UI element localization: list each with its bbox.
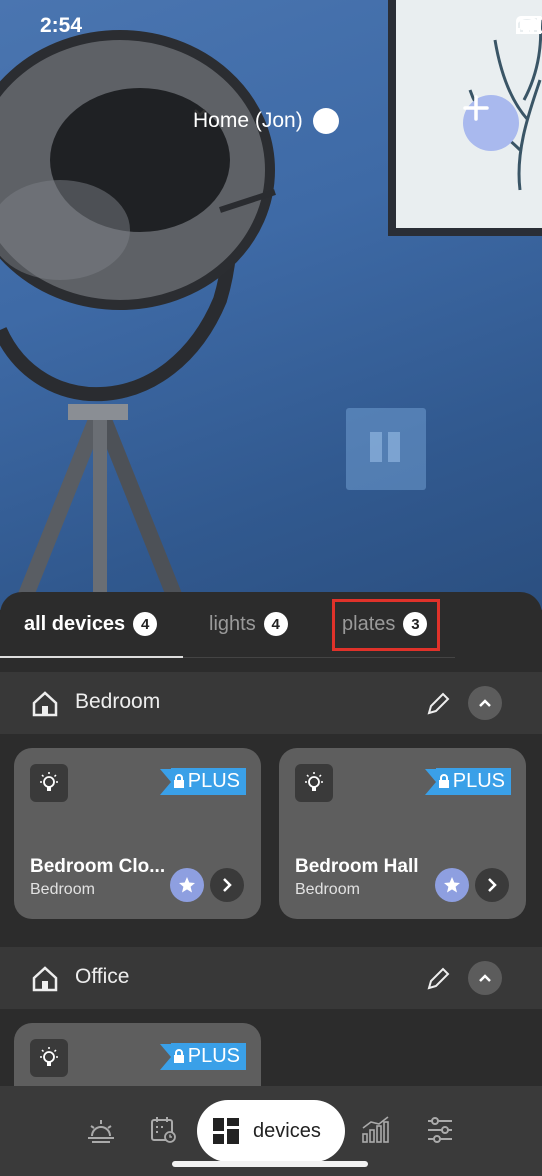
lock-icon	[438, 774, 449, 788]
device-filter-tabs: all devices 4 lights 4 plates 3	[0, 592, 542, 658]
add-device-button[interactable]	[463, 95, 519, 151]
open-device-button[interactable]	[475, 868, 509, 902]
room-name: Bedroom	[75, 690, 161, 713]
plus-badge: PLUS	[424, 768, 511, 795]
plus-badge-label: PLUS	[452, 770, 505, 792]
pencil-icon[interactable]	[425, 691, 451, 717]
lightbulb-icon	[30, 764, 68, 802]
collapse-room-button[interactable]	[468, 686, 502, 720]
tab-label: lights	[209, 612, 256, 635]
schedule-icon[interactable]	[150, 1116, 178, 1144]
chevron-right-icon	[223, 878, 232, 892]
plus-badge-label: PLUS	[187, 1045, 240, 1067]
tab-label: all devices	[24, 612, 126, 635]
nav-devices-label: devices	[253, 1119, 321, 1142]
battery-icon	[516, 16, 542, 34]
grid-icon	[213, 1118, 239, 1144]
tab-count-badge: 4	[133, 612, 158, 636]
plus-badge: PLUS	[159, 1043, 246, 1070]
tab-divider	[183, 657, 455, 658]
house-icon	[32, 691, 58, 717]
favorite-button[interactable]	[170, 868, 204, 902]
device-name: Bedroom Clo...	[30, 856, 166, 877]
lock-icon	[173, 1049, 184, 1063]
tab-all-devices[interactable]: all devices 4	[24, 612, 158, 636]
lightbulb-icon	[30, 1039, 68, 1077]
lightbulb-icon	[295, 764, 333, 802]
chevron-down-icon	[194, 108, 339, 134]
tab-count-badge: 4	[263, 612, 288, 636]
chevron-right-icon	[488, 878, 497, 892]
device-name: Bedroom Hall	[295, 856, 419, 877]
device-room: Bedroom	[295, 881, 360, 898]
settings-sliders-icon[interactable]	[426, 1116, 454, 1144]
room-name: Office	[75, 965, 130, 988]
lamp-illustration	[0, 0, 542, 610]
pencil-icon[interactable]	[425, 966, 451, 992]
home-indicator	[172, 1161, 368, 1167]
active-tab-indicator	[0, 656, 183, 658]
open-device-button[interactable]	[210, 868, 244, 902]
house-icon	[32, 966, 58, 992]
favorite-button[interactable]	[435, 868, 469, 902]
nav-devices[interactable]: devices	[197, 1100, 345, 1162]
home-selector-label: Home (Jon)	[193, 109, 303, 132]
star-icon	[179, 877, 195, 893]
room-header-bedroom: Bedroom	[0, 672, 542, 734]
home-selector[interactable]: Home (Jon)	[193, 108, 339, 134]
device-room: Bedroom	[30, 881, 95, 898]
sunrise-icon[interactable]	[86, 1116, 116, 1144]
lock-icon	[173, 774, 184, 788]
collapse-room-button[interactable]	[468, 961, 502, 995]
device-card[interactable]: PLUS Bedroom Clo... Bedroom	[14, 748, 261, 919]
room-header-office: Office	[0, 947, 542, 1009]
chevron-up-icon	[479, 974, 491, 982]
star-icon	[444, 877, 460, 893]
tab-lights[interactable]: lights 4	[209, 612, 288, 636]
room-background-photo: 2:54 Home (Jon)	[0, 0, 542, 610]
energy-chart-icon[interactable]	[361, 1116, 391, 1144]
plus-badge: PLUS	[159, 768, 246, 795]
status-time: 2:54	[40, 14, 83, 37]
plus-badge-label: PLUS	[187, 770, 240, 792]
device-card[interactable]: PLUS Bedroom Hall Bedroom	[279, 748, 526, 919]
highlight-box	[332, 599, 440, 651]
plus-icon	[463, 95, 489, 121]
chevron-up-icon	[479, 699, 491, 707]
